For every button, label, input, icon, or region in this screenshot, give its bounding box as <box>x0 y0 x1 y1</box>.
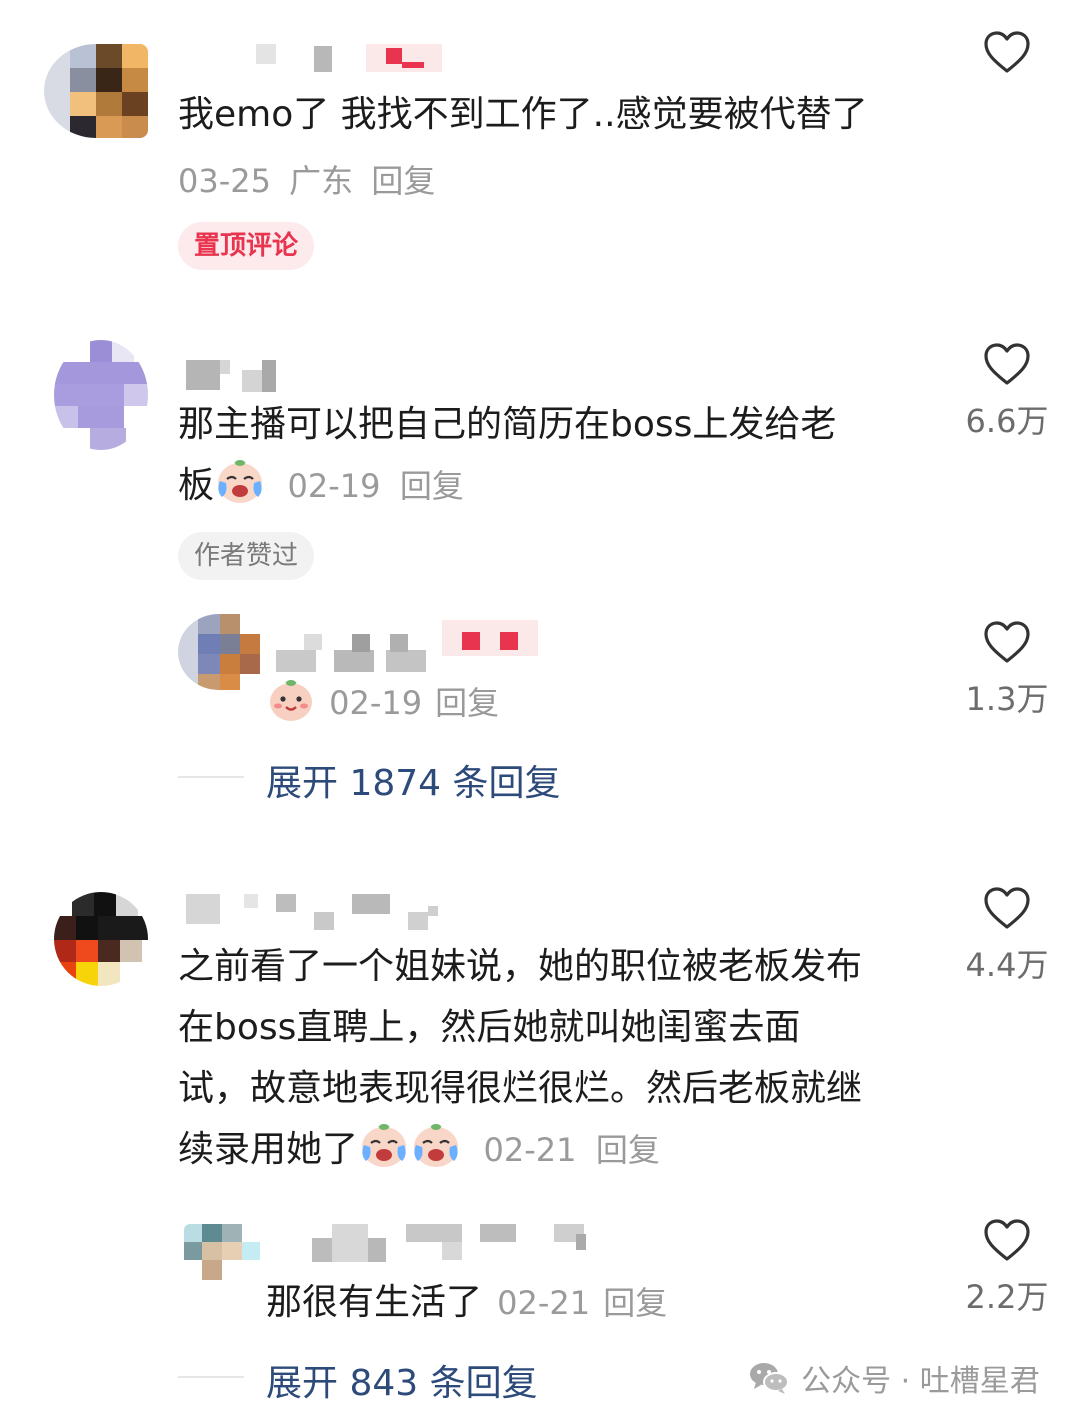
username-blurred[interactable] <box>256 44 446 74</box>
reply-text: 那很有生活了 <box>266 1282 483 1323</box>
avatar[interactable] <box>54 340 148 450</box>
reply-date: 02-19 <box>329 684 423 722</box>
username-blurred[interactable] <box>186 354 286 394</box>
expand-replies-button[interactable]: 展开 1874 条回复 <box>266 754 561 806</box>
like-button[interactable]: 4.4万 <box>952 886 1062 986</box>
reply-meta: 02-19 回复 <box>266 676 499 724</box>
heart-outline-icon[interactable] <box>983 620 1031 664</box>
like-button[interactable] <box>952 30 1062 78</box>
wechat-icon <box>750 1363 789 1394</box>
reply-button[interactable]: 回复 <box>603 1284 667 1322</box>
heart-outline-icon[interactable] <box>983 886 1031 930</box>
author-liked-badge: 作者赞过 <box>178 532 315 580</box>
comment-date: 02-21 <box>483 1131 577 1169</box>
heart-outline-icon[interactable] <box>983 1218 1031 1262</box>
comment-meta: 03-25 广东 回复 <box>178 156 435 202</box>
reply-button[interactable]: 回复 <box>400 467 464 505</box>
comment-text-line: 板 <box>178 465 215 506</box>
username-blurred[interactable] <box>186 894 456 934</box>
divider <box>178 776 244 778</box>
comment-text-line-4: 续录用她了 02-21 回复 <box>178 1119 660 1181</box>
comment-text-line-2: 板 02-19 回复 <box>178 455 464 517</box>
crying-face-emoji <box>414 1124 459 1167</box>
divider <box>178 1376 244 1378</box>
reply-button[interactable]: 回复 <box>596 1131 660 1169</box>
avatar[interactable] <box>54 892 148 986</box>
like-count: 4.4万 <box>965 946 1049 984</box>
avatar[interactable] <box>178 614 260 690</box>
comment-text-line: 试，故意地表现得很烂很烂。然后老板就继 <box>178 1068 863 1109</box>
comment-location: 广东 <box>289 162 354 200</box>
like-button[interactable]: 2.2万 <box>952 1218 1062 1318</box>
username-blurred[interactable] <box>276 616 538 672</box>
comment-text-line: 续录用她了 <box>178 1129 359 1170</box>
like-count: 2.2万 <box>965 1278 1049 1316</box>
comment-text-line: 那主播可以把自己的简历在boss上发给老 <box>178 404 837 445</box>
username-blurred[interactable] <box>312 1224 592 1264</box>
crying-face-emoji <box>362 1124 407 1167</box>
avatar[interactable] <box>44 44 148 138</box>
heart-outline-icon[interactable] <box>983 342 1031 386</box>
reply-text-row: 那很有生活了 02-21 回复 <box>266 1272 667 1333</box>
like-count: 6.6万 <box>965 402 1049 440</box>
like-button[interactable]: 1.3万 <box>952 620 1062 720</box>
watermark-text: 公众号 · 吐槽星君 <box>801 1364 1040 1399</box>
smiling-face-emoji <box>270 680 312 721</box>
reply-button[interactable]: 回复 <box>435 684 499 722</box>
comment-date: 03-25 <box>178 162 271 200</box>
crying-face-emoji <box>218 460 263 503</box>
watermark: 公众号 · 吐槽星君 <box>748 1356 1040 1399</box>
reply-button[interactable]: 回复 <box>371 162 435 200</box>
like-count: 1.3万 <box>965 680 1049 718</box>
pinned-badge: 置顶评论 <box>178 222 315 270</box>
comment-text-line: 之前看了一个姐妹说，她的职位被老板发布 <box>178 946 863 987</box>
comment-text: 我emo了 我找不到工作了..感觉要被代替了 <box>178 94 868 135</box>
expand-replies-button[interactable]: 展开 843 条回复 <box>266 1354 538 1406</box>
comment-text-line: 在boss直聘上，然后她就叫她闺蜜去面 <box>178 1007 801 1048</box>
reply-date: 02-21 <box>497 1284 591 1322</box>
comment-date: 02-19 <box>287 467 381 505</box>
heart-outline-icon[interactable] <box>983 30 1031 74</box>
avatar[interactable] <box>184 1224 260 1280</box>
like-button[interactable]: 6.6万 <box>952 342 1062 442</box>
